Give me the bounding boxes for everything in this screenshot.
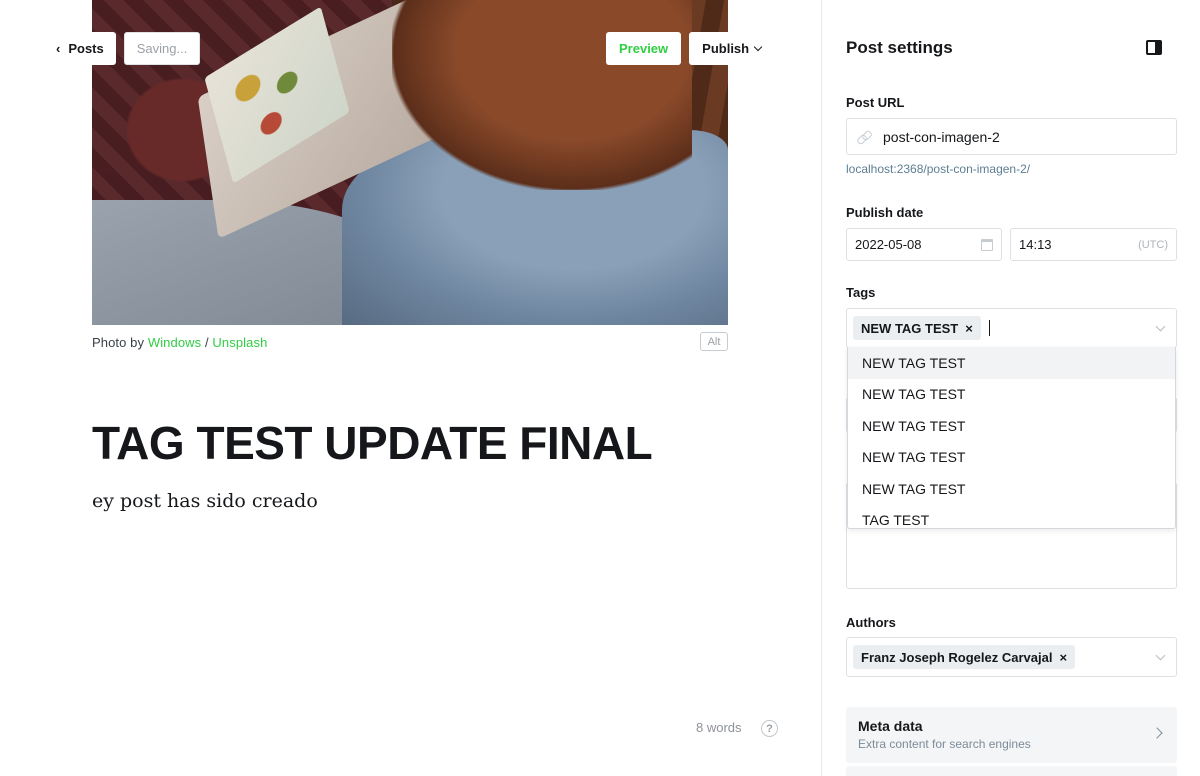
editor-nav: ‹ Posts Saving... [56,32,201,65]
timezone-label: (UTC) [1138,238,1168,251]
text-cursor [988,320,990,336]
tag-option[interactable]: TAG TEST [848,505,1175,528]
tag-token[interactable]: NEW TAG TEST × [853,316,981,340]
publish-button[interactable]: Publish [689,32,775,65]
caption-separator: / [201,335,213,350]
image-caption[interactable]: Photo by Windows / Unsplash [92,335,267,350]
word-count: 8 words [696,720,742,735]
settings-title: Post settings [846,38,953,57]
save-status-badge: Saving... [123,32,201,65]
publish-date-input[interactable]: 2022-05-08 [846,228,1002,261]
link-icon [857,130,871,144]
tag-option[interactable]: NEW TAG TEST [848,410,1175,442]
tag-option[interactable]: NEW TAG TEST [848,379,1175,411]
editor-actions: Preview Publish [606,32,775,65]
meta-data-subtitle: Extra content for search engines [858,737,1031,751]
publish-time-value: 14:13 [1019,237,1052,252]
authors-label: Authors [846,615,896,630]
back-to-posts-button[interactable]: ‹ Posts [56,32,116,65]
preview-button[interactable]: Preview [606,32,682,65]
image-hair [392,0,692,190]
publish-label: Publish [702,41,750,56]
tags-label: Tags [846,285,876,300]
unsplash-link[interactable]: Unsplash [212,335,267,350]
editor-pane: ‹ Posts Saving... Preview Publish Photo … [0,0,821,776]
publish-time-input[interactable]: 14:13 (UTC) [1010,228,1177,261]
back-label: Posts [68,41,104,56]
remove-author-icon[interactable]: × [1059,650,1067,665]
tags-dropdown: NEW TAG TEST NEW TAG TEST NEW TAG TEST N… [847,347,1176,529]
post-url-hint: localhost:2368/post-con-imagen-2/ [846,162,1031,176]
post-url-label: Post URL [846,95,905,110]
publish-date-value: 2022-05-08 [855,237,922,252]
authors-input[interactable]: Franz Joseph Rogelez Carvajal × [846,637,1177,677]
remove-tag-icon[interactable]: × [965,321,973,336]
author-token-label: Franz Joseph Rogelez Carvajal [861,649,1053,665]
tag-option[interactable]: NEW TAG TEST [848,473,1175,505]
post-url-input[interactable]: post-con-imagen-2 [846,118,1177,155]
post-settings-panel: Post settings Post URL post-con-imagen-2… [821,0,1200,776]
alt-text-button[interactable]: Alt [700,332,728,351]
caption-prefix: Photo by [92,335,148,350]
tag-option[interactable]: NEW TAG TEST [848,442,1175,474]
calendar-icon [981,238,993,251]
tags-input[interactable]: NEW TAG TEST × [846,308,1177,348]
tag-option[interactable]: NEW TAG TEST [848,347,1175,379]
post-title[interactable]: TAG TEST UPDATE FINAL [92,416,653,470]
chevron-down-icon [753,42,763,51]
tag-token-label: NEW TAG TEST [861,320,959,336]
sidebar-toggle-icon[interactable] [1146,40,1162,55]
help-icon[interactable]: ? [761,720,778,737]
chevron-left-icon: ‹ [56,41,61,56]
author-token[interactable]: Franz Joseph Rogelez Carvajal × [853,645,1076,669]
next-settings-row[interactable] [846,766,1177,776]
meta-data-title: Meta data [858,718,923,734]
meta-data-row[interactable]: Meta data Extra content for search engin… [846,707,1177,763]
photo-author-link[interactable]: Windows [148,335,201,350]
chevron-down-icon[interactable] [1155,650,1166,660]
chevron-down-icon[interactable] [1155,321,1166,331]
publish-date-label: Publish date [846,205,924,220]
post-url-value: post-con-imagen-2 [883,128,1000,145]
post-body[interactable]: ey post has sido creado [92,490,318,512]
